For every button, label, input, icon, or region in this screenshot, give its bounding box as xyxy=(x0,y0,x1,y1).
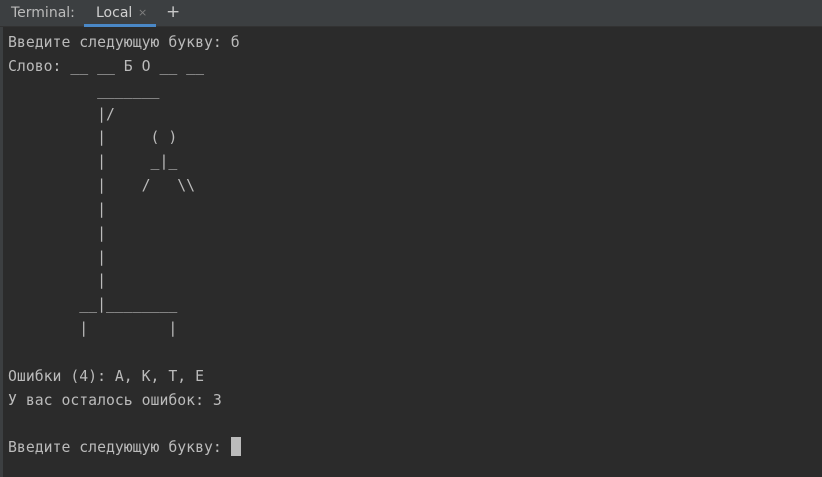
terminal-prompt: Введите следующую букву: xyxy=(8,439,231,457)
tab-label: Local xyxy=(96,5,133,21)
terminal-line: Ошибки (4): А, К, Т, Е xyxy=(8,367,204,385)
terminal-line: | ( ) xyxy=(8,129,178,147)
terminal-line: | xyxy=(8,248,106,266)
terminal-line: | xyxy=(8,272,106,290)
terminal-tab-bar: Terminal: Local × + xyxy=(0,0,822,27)
terminal-prompt-line[interactable]: Введите следующую букву: xyxy=(8,436,822,460)
terminal-line: _______ xyxy=(8,81,160,99)
left-gutter xyxy=(0,27,3,477)
terminal-tool-window: Terminal: Local × + Введите следующую бу… xyxy=(0,0,822,477)
terminal-line: У вас осталось ошибок: 3 xyxy=(8,391,222,409)
terminal-line: | xyxy=(8,200,106,218)
terminal-line: | xyxy=(8,224,106,242)
terminal-line: Введите следующую букву: б xyxy=(8,34,240,51)
tool-window-title: Terminal: xyxy=(11,5,75,21)
terminal-line: | / \\ xyxy=(8,177,196,195)
text-cursor xyxy=(230,437,241,457)
terminal-line: | _|_ xyxy=(8,153,178,171)
close-icon[interactable]: × xyxy=(138,7,147,19)
terminal-line: __|________ xyxy=(8,296,178,314)
terminal-line: Слово: __ __ Б О __ __ xyxy=(8,57,204,75)
terminal-line: | | xyxy=(8,320,178,338)
tab-local[interactable]: Local × xyxy=(84,0,156,27)
terminal-output[interactable]: Введите следующую букву: б Слово: __ __ … xyxy=(8,31,822,477)
plus-icon[interactable]: + xyxy=(166,3,180,22)
terminal-line: |/ xyxy=(8,105,115,123)
